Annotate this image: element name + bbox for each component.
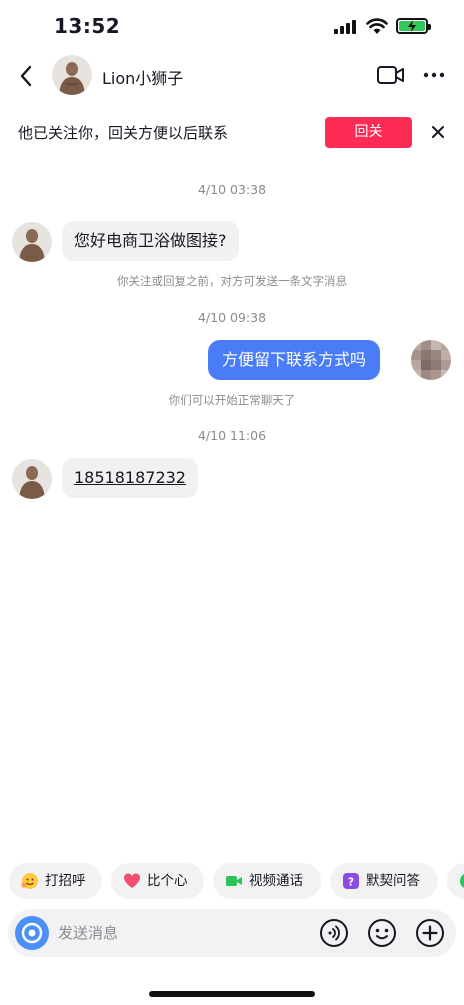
close-icon[interactable]: [428, 122, 448, 142]
video-call-icon: [226, 876, 242, 886]
follow-back-button[interactable]: 回关: [325, 117, 412, 148]
contact-name[interactable]: Lion小狮子: [102, 65, 183, 89]
chip-label: 打招呼: [45, 873, 86, 889]
chip-label: 比个心: [147, 873, 188, 889]
system-notice: 你们可以开始正常聊天了: [168, 393, 296, 407]
quick-reply-bar: 打招呼 比个心 视频通话 ? 默契问答: [0, 863, 464, 899]
contact-avatar[interactable]: [52, 55, 92, 95]
video-call-icon[interactable]: [376, 63, 406, 87]
quick-reply-qa[interactable]: ? 默契问答: [330, 863, 438, 899]
incoming-message-bubble[interactable]: 18518187232: [62, 458, 198, 498]
message-timestamp: 4/10 09:38: [197, 310, 267, 325]
cellular-signal-icon: [334, 20, 356, 34]
emoji-icon[interactable]: [367, 918, 397, 948]
system-notice: 你关注或回复之前，对方可发送一条文字消息: [117, 274, 347, 288]
quick-reply-video-call[interactable]: 视频通话: [213, 863, 321, 899]
question-icon: ?: [343, 873, 359, 889]
message-timestamp: 4/10 11:06: [197, 428, 267, 443]
phone-number-link[interactable]: 18518187232: [74, 468, 186, 487]
status-time: 13:52: [54, 14, 121, 38]
sender-avatar[interactable]: [12, 459, 52, 499]
message-timestamp: 4/10 03:38: [197, 182, 267, 197]
quick-reply-more[interactable]: [447, 863, 464, 899]
battery-charging-icon: [396, 18, 431, 34]
wave-emoji-icon: [21, 873, 38, 889]
sender-avatar[interactable]: [12, 222, 52, 262]
home-indicator: [149, 991, 315, 997]
follow-banner-text: 他已关注你，回关方便以后联系: [18, 124, 229, 142]
outgoing-message-bubble[interactable]: 方便留下联系方式吗: [208, 340, 381, 380]
more-options-icon[interactable]: [420, 64, 448, 86]
svg-text:?: ?: [348, 876, 354, 889]
green-emoji-icon: [460, 874, 464, 888]
chip-label: 视频通话: [249, 873, 303, 889]
my-avatar[interactable]: [411, 340, 451, 380]
camera-button[interactable]: [15, 916, 49, 950]
wifi-icon: [366, 18, 388, 34]
quick-reply-greet[interactable]: 打招呼: [9, 863, 102, 899]
chip-label: 默契问答: [366, 873, 420, 889]
voice-message-icon[interactable]: [319, 918, 349, 948]
follow-back-banner: 他已关注你，回关方便以后联系 回关: [0, 112, 464, 152]
chat-header: Lion小狮子: [0, 54, 464, 98]
message-composer: [8, 909, 456, 957]
status-bar: 13:52: [0, 0, 464, 54]
message-input[interactable]: [58, 921, 258, 945]
quick-reply-heart[interactable]: 比个心: [111, 863, 204, 899]
heart-icon: [124, 873, 140, 888]
incoming-message-bubble[interactable]: 您好电商卫浴做图接?: [62, 221, 239, 261]
back-arrow-icon[interactable]: [14, 62, 40, 90]
camera-icon: [21, 922, 43, 944]
add-icon[interactable]: [415, 918, 445, 948]
